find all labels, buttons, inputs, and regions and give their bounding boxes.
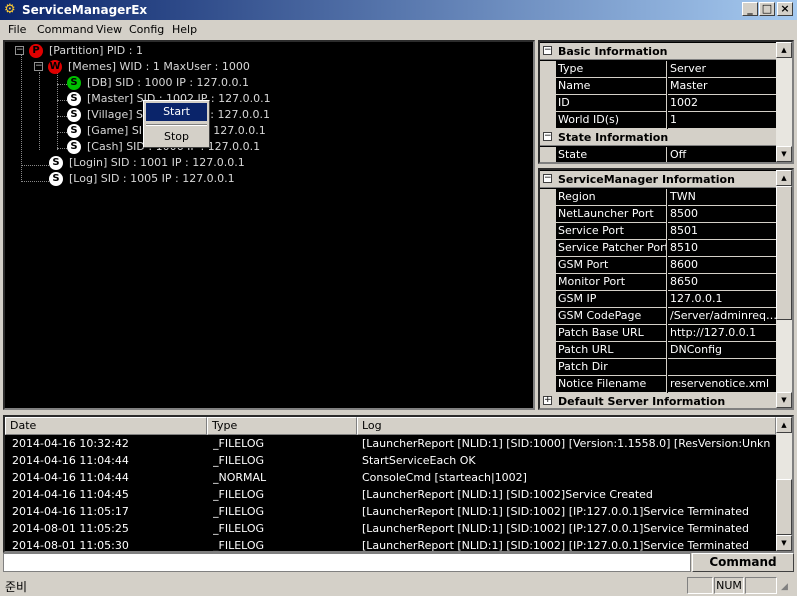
menu-view[interactable]: View <box>96 23 122 36</box>
resize-grip-icon[interactable]: ◢ <box>781 582 788 592</box>
menu-command[interactable]: Command <box>37 23 94 36</box>
command-button[interactable]: Command <box>692 553 794 572</box>
server-running-icon: S <box>67 76 81 90</box>
tree-node-world[interactable]: [Memes] WID : 1 MaxUser : 1000 <box>68 59 250 75</box>
maximize-button[interactable]: □ <box>759 2 775 16</box>
menu-help[interactable]: Help <box>172 23 197 36</box>
group-basic-information[interactable]: − Basic Information <box>540 43 776 60</box>
command-input[interactable] <box>3 553 691 572</box>
collapse-icon[interactable]: − <box>543 132 552 141</box>
group-default-server-information[interactable]: + Default Server Information <box>540 393 776 408</box>
window-title: ServiceManagerEx <box>22 3 148 17</box>
scroll-up-icon[interactable]: ▲ <box>776 417 792 433</box>
scroll-thumb[interactable] <box>776 186 792 320</box>
vertical-scrollbar[interactable]: ▲ ▼ <box>776 170 792 408</box>
servicemanager-info-grid[interactable]: − ServiceManager Information Region TWN N… <box>538 168 794 410</box>
collapse-icon[interactable]: − <box>543 174 552 183</box>
column-header-type[interactable]: Type <box>207 417 357 435</box>
status-text: 준비 <box>5 580 28 594</box>
scroll-down-icon[interactable]: ▼ <box>776 535 792 551</box>
minimize-button[interactable]: _ <box>742 2 758 16</box>
server-stopped-icon: S <box>49 172 63 186</box>
group-state-information[interactable]: − State Information <box>540 129 776 146</box>
world-icon: W <box>48 60 62 74</box>
status-bar: 준비 NUM ◢ <box>0 574 797 596</box>
partition-icon: P <box>29 44 43 58</box>
world-collapse-toggle[interactable]: − <box>34 62 43 71</box>
server-stopped-icon: S <box>67 140 81 154</box>
tree-node-log[interactable]: [Log] SID : 1005 IP : 127.0.0.1 <box>69 171 235 187</box>
server-tree[interactable]: − P [Partition] PID : 1 − W [Memes] WID … <box>3 40 535 410</box>
status-pane-caps <box>687 577 713 594</box>
server-stopped-icon: S <box>67 124 81 138</box>
tree-node-db[interactable]: [DB] SID : 1000 IP : 127.0.0.1 <box>87 75 249 91</box>
context-menu-start[interactable]: Start <box>146 103 207 121</box>
collapse-icon[interactable]: − <box>543 46 552 55</box>
scroll-up-icon[interactable]: ▲ <box>776 170 792 186</box>
menu-file[interactable]: File <box>8 23 26 36</box>
context-menu-stop[interactable]: Stop <box>146 128 207 146</box>
scroll-up-icon[interactable]: ▲ <box>776 42 792 58</box>
column-header-date[interactable]: Date <box>5 417 207 435</box>
close-button[interactable]: × <box>777 2 793 16</box>
column-header-log[interactable]: Log <box>357 417 776 435</box>
group-servicemanager-information[interactable]: − ServiceManager Information <box>540 171 776 188</box>
vertical-scrollbar[interactable]: ▲ ▼ <box>776 42 792 162</box>
basic-info-grid[interactable]: − Basic Information Type Server Name Maste… <box>538 40 794 164</box>
menu-bar: File Command View Config Help <box>0 20 797 39</box>
tree-node-login[interactable]: [Login] SID : 1001 IP : 127.0.0.1 <box>69 155 245 171</box>
scroll-down-icon[interactable]: ▼ <box>776 392 792 408</box>
server-stopped-icon: S <box>49 156 63 170</box>
vertical-scrollbar[interactable]: ▲ ▼ <box>776 417 792 551</box>
expand-icon[interactable]: + <box>543 396 552 405</box>
gear-icon: ⚙ <box>4 2 16 17</box>
status-pane-num: NUM <box>714 577 744 594</box>
scroll-thumb[interactable] <box>776 479 792 535</box>
title-bar: ⚙ ServiceManagerEx _ □ × <box>0 0 797 20</box>
server-stopped-icon: S <box>67 108 81 122</box>
status-pane-scroll <box>745 577 777 594</box>
server-stopped-icon: S <box>67 92 81 106</box>
log-list[interactable]: Date Type Log 2014-04-16 10:32:42 _FILELO… <box>3 415 794 553</box>
context-menu: Start Stop <box>143 100 210 148</box>
menu-config[interactable]: Config <box>129 23 164 36</box>
scroll-down-icon[interactable]: ▼ <box>776 146 792 162</box>
context-menu-separator <box>146 124 207 126</box>
tree-node-partition[interactable]: [Partition] PID : 1 <box>49 43 143 59</box>
partition-collapse-toggle[interactable]: − <box>15 46 24 55</box>
